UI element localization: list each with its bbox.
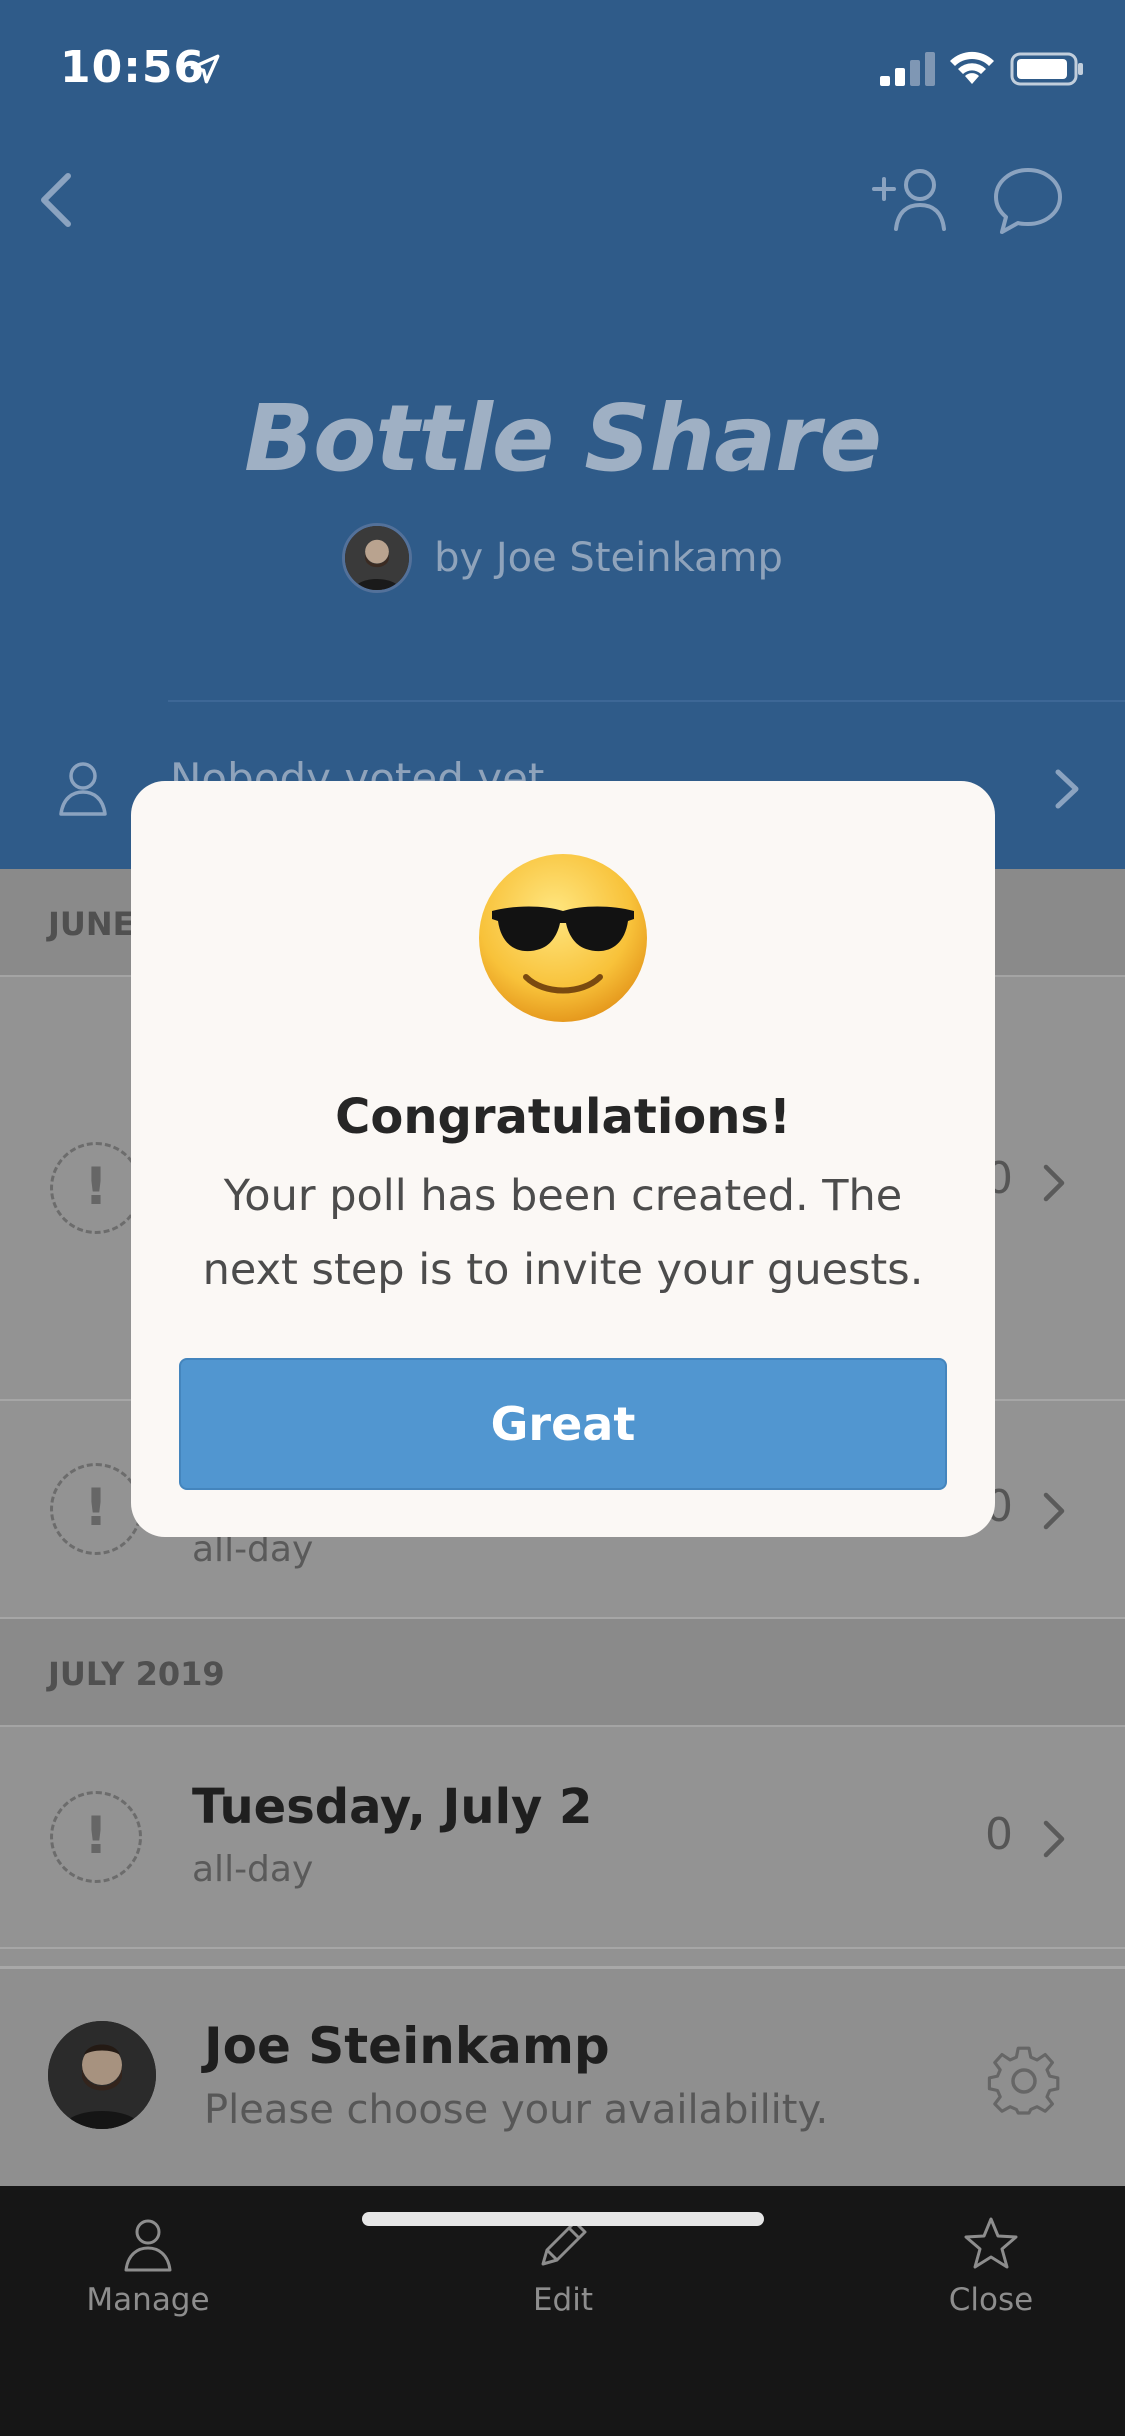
star-icon [964, 2217, 1018, 2269]
tab-label: Close [948, 2282, 1034, 2318]
tab-edit[interactable]: Edit [453, 2214, 673, 2334]
date-row[interactable]: ! Tuesday, July 2 all-day 0 [0, 1727, 1125, 1949]
section-label: JUNE [48, 905, 135, 943]
sunglasses-emoji-icon [479, 854, 647, 1022]
user-name: Joe Steinkamp [204, 2017, 610, 2075]
status-bar: 10:56 [0, 0, 1125, 132]
tab-label: Manage [86, 2282, 210, 2318]
chevron-right-icon [1043, 1492, 1065, 1530]
location-arrow-icon [190, 54, 220, 84]
current-user-bar[interactable]: Joe Steinkamp Please choose your availab… [0, 1966, 1125, 2186]
chat-bubble-icon[interactable] [990, 162, 1066, 238]
wifi-icon [950, 51, 994, 84]
vote-count: 0 [985, 1809, 1013, 1860]
avatar [48, 2021, 156, 2129]
row-subtitle: all-day [192, 1849, 314, 1890]
dialog-title: Congratulations! [335, 1089, 791, 1145]
section-label: JULY 2019 [48, 1655, 225, 1693]
poll-title: Bottle Share [244, 385, 882, 492]
great-button[interactable]: Great [179, 1358, 947, 1490]
tab-manage[interactable]: Manage [38, 2214, 258, 2334]
no-response-icon: ! [50, 1142, 142, 1234]
home-indicator [362, 2212, 764, 2226]
organizer-name: by Joe Steinkamp [434, 535, 783, 581]
tab-close[interactable]: Close [881, 2214, 1101, 2334]
back-chevron-icon[interactable] [20, 160, 100, 240]
gear-icon[interactable] [984, 2041, 1064, 2121]
organizer-avatar [342, 523, 413, 593]
row-date: Tuesday, July 2 [192, 1779, 593, 1835]
cellular-signal-icon [880, 52, 935, 86]
person-icon [59, 762, 107, 816]
chevron-right-icon [1055, 769, 1079, 809]
congratulations-dialog: Congratulations! Your poll has been crea… [131, 781, 995, 1537]
header-divider [168, 700, 1125, 702]
section-header-july: JULY 2019 [0, 1619, 1125, 1727]
organizer-row: by Joe Steinkamp [0, 520, 1125, 596]
chevron-right-icon [1043, 1820, 1065, 1858]
no-response-icon: ! [50, 1463, 142, 1555]
person-icon [124, 2219, 172, 2272]
status-time: 10:56 [60, 42, 206, 93]
battery-icon [1010, 52, 1083, 86]
poll-header: 10:56 Bottle Share by Joe Steinkamp Nobo… [0, 0, 1125, 869]
add-guest-icon[interactable] [868, 165, 952, 235]
tab-label: Edit [532, 2282, 594, 2318]
no-response-icon: ! [50, 1791, 142, 1883]
dialog-message: Your poll has been created. The next ste… [202, 1171, 924, 1295]
chevron-right-icon [1043, 1164, 1065, 1202]
user-availability-status: Please choose your availability. [204, 2087, 829, 2133]
